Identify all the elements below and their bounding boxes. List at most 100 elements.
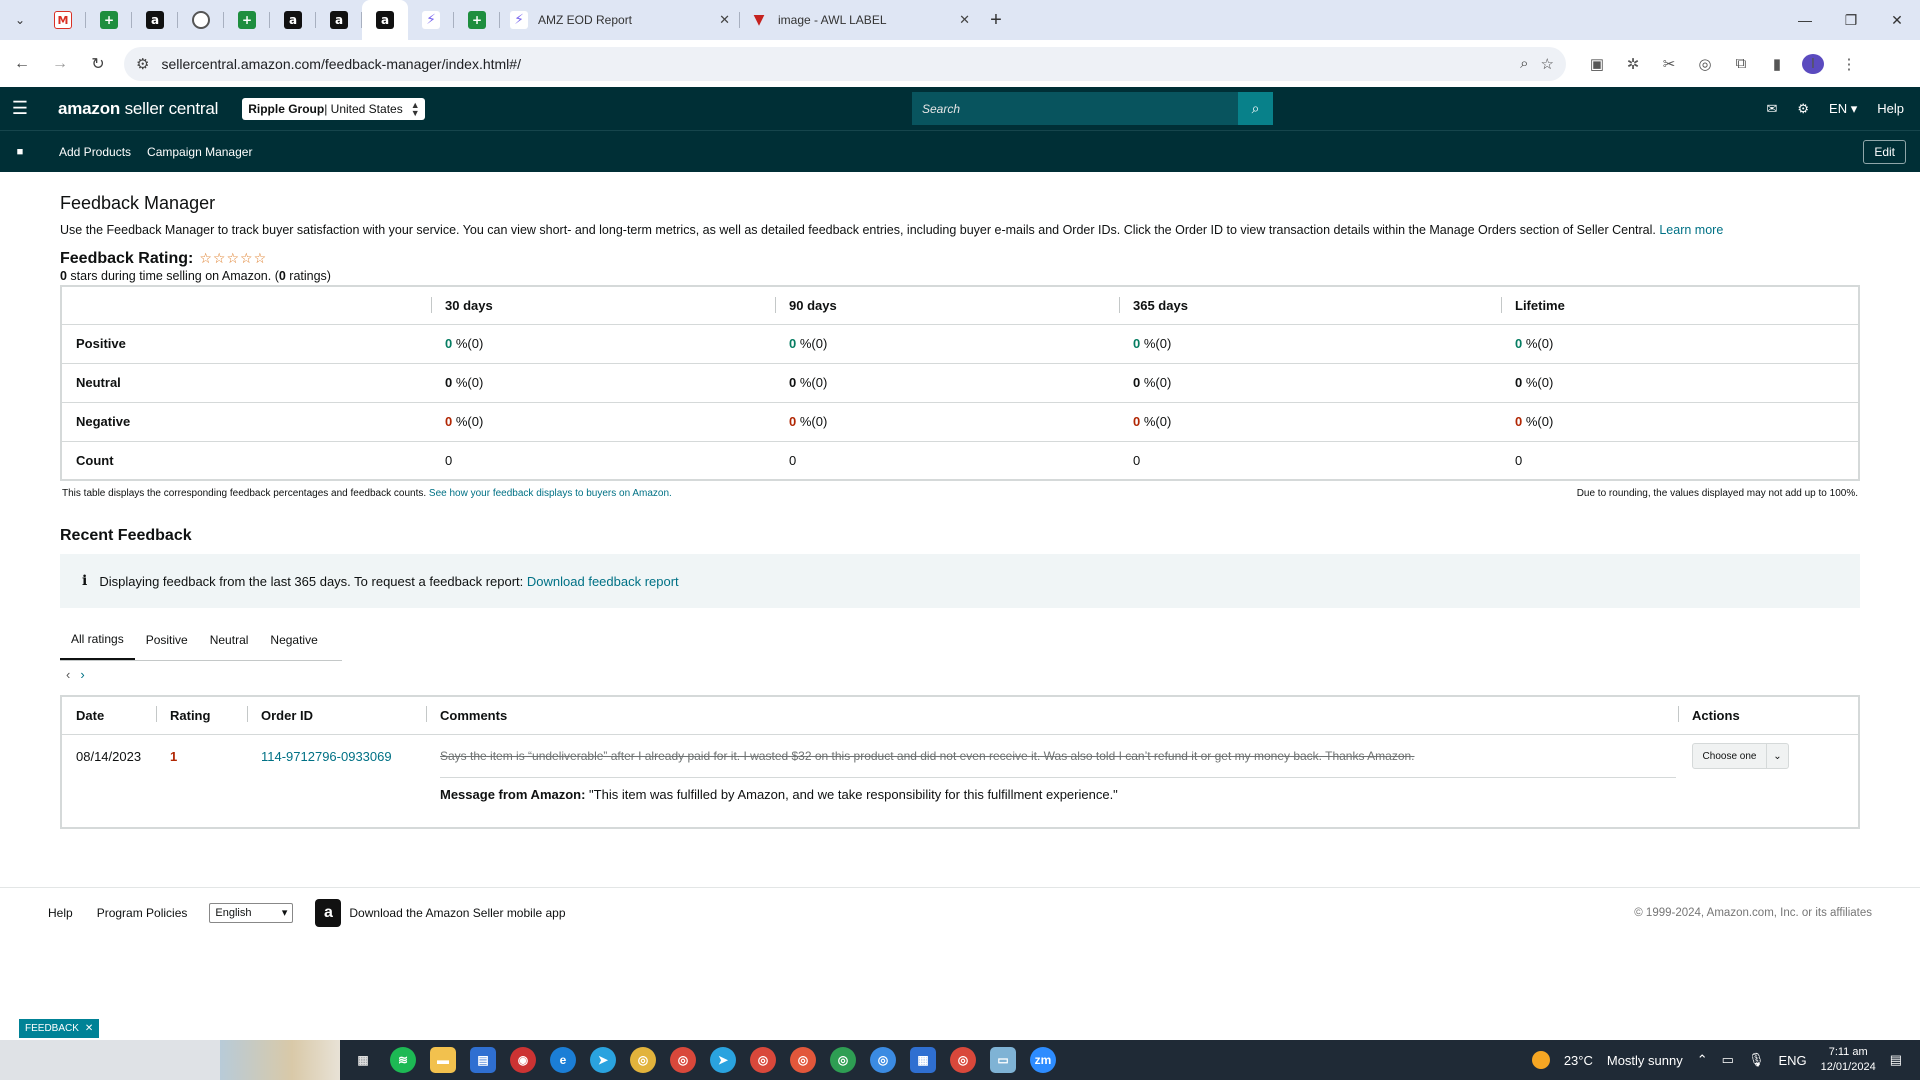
extension-icon[interactable]: ✂ (1658, 55, 1680, 73)
browser-menu-icon[interactable]: ⋮ (1838, 55, 1860, 73)
taskbar-search[interactable] (0, 1040, 220, 1080)
chrome-profile-icon[interactable]: ◎ (950, 1047, 976, 1073)
bookmark-icon[interactable]: ■ (0, 146, 40, 158)
extensions-bar: ▣ ✲ ✂ ◎ ⧉ ▮ I ⋮ (1586, 53, 1860, 74)
pinned-tab-amazon-3[interactable]: a (316, 0, 362, 40)
close-tab-icon[interactable]: ✕ (719, 12, 730, 28)
edit-button[interactable]: Edit (1863, 139, 1906, 164)
previous-page-icon[interactable]: ‹ (66, 667, 70, 682)
network-icon[interactable]: ▭ (1722, 1052, 1734, 1068)
telegram-icon[interactable]: ➤ (590, 1047, 616, 1073)
account-switcher[interactable]: Ripple Group | United States ▲ ▼ (242, 97, 425, 120)
pinned-tab-clickup[interactable]: ⚡ (408, 0, 454, 40)
pinned-tab-amazon-active[interactable]: a (362, 0, 408, 40)
side-panel-icon[interactable]: ▮ (1766, 55, 1788, 73)
search-input[interactable] (912, 92, 1238, 125)
close-icon[interactable]: ✕ (85, 1023, 93, 1034)
nav-add-products[interactable]: Add Products (59, 145, 131, 159)
rating-tabs: All ratings Positive Neutral Negative (60, 620, 342, 661)
pinned-tab-sheets-3[interactable]: + (454, 0, 500, 40)
system-tray: 23°C Mostly sunny ⌃ ▭ 🎙 ENG 7:11 am 12/0… (1531, 1045, 1920, 1075)
notifications-icon[interactable]: ▤ (1890, 1052, 1902, 1068)
pinned-tab-gmail[interactable]: M (40, 0, 86, 40)
tab-search-chevron-icon[interactable]: ⌄ (0, 0, 40, 40)
extension-off-icon[interactable]: ▣ (1586, 55, 1608, 73)
address-bar[interactable]: ⚙ sellercentral.amazon.com/feedback-mana… (124, 46, 1566, 81)
table-row: Count 0 0 0 0 (76, 452, 1523, 468)
pinned-tab-globe[interactable] (178, 0, 224, 40)
menu-icon[interactable]: ☰ (0, 98, 40, 119)
browser-tab-awl-label[interactable]: ▼ image - AWL LABEL ✕ (740, 0, 980, 40)
forward-icon[interactable]: → (44, 48, 76, 80)
task-view-icon[interactable]: ▦ (350, 1047, 376, 1073)
site-info-icon[interactable]: ⚙ (136, 55, 149, 73)
temperature[interactable]: 23°C (1564, 1053, 1593, 1068)
clock[interactable]: 7:11 am 12/01/2024 (1821, 1045, 1876, 1075)
chrome-profile-icon[interactable]: ◎ (790, 1047, 816, 1073)
language-selector[interactable]: EN ▾ (1829, 101, 1857, 117)
tab-neutral[interactable]: Neutral (199, 620, 260, 660)
footer-language-select[interactable]: English ▾ (209, 902, 294, 923)
calendar-icon[interactable]: ▦ (910, 1047, 936, 1073)
close-window-icon[interactable]: ✕ (1874, 0, 1920, 40)
input-language[interactable]: ENG (1778, 1053, 1806, 1068)
footer-help-link[interactable]: Help (48, 906, 73, 920)
zoom-app-icon[interactable]: zm (1030, 1047, 1056, 1073)
feedback-rating: Feedback Rating: ☆☆☆☆☆ (60, 250, 1860, 268)
nav-campaign-manager[interactable]: Campaign Manager (147, 145, 252, 159)
learn-more-link[interactable]: Learn more (1659, 223, 1723, 237)
app-icon[interactable]: ◉ (510, 1047, 536, 1073)
extensions-puzzle-icon[interactable]: ⧉ (1730, 55, 1752, 72)
calculator-icon[interactable]: ▤ (470, 1047, 496, 1073)
seller-central-logo[interactable]: amazon seller central (58, 99, 218, 119)
pinned-tab-amazon[interactable]: a (132, 0, 178, 40)
new-tab-icon[interactable]: + (980, 9, 1012, 32)
pinned-tab-sheets-2[interactable]: + (224, 0, 270, 40)
tray-chevron-icon[interactable]: ⌃ (1697, 1052, 1708, 1068)
weather-text[interactable]: Mostly sunny (1607, 1053, 1683, 1068)
reload-icon[interactable]: ↻ (82, 48, 114, 80)
download-report-link[interactable]: Download feedback report (527, 574, 679, 589)
back-icon[interactable]: ← (6, 48, 38, 80)
mail-icon[interactable]: ✉ (1766, 101, 1777, 117)
microphone-icon[interactable]: 🎙 (1748, 1052, 1765, 1068)
pinned-tab-amazon-2[interactable]: a (270, 0, 316, 40)
pinned-tab-sheets[interactable]: + (86, 0, 132, 40)
extension-icon[interactable]: ◎ (1694, 55, 1716, 73)
chrome-profile-icon[interactable]: ◎ (750, 1047, 776, 1073)
feedback-display-link[interactable]: See how your feedback displays to buyers… (429, 488, 672, 499)
chrome-profile-icon[interactable]: ◎ (830, 1047, 856, 1073)
chrome-profile-icon[interactable]: ◎ (870, 1047, 896, 1073)
search-box: ⌕ (912, 92, 1273, 125)
profile-avatar[interactable]: I (1802, 53, 1824, 74)
actions-dropdown[interactable]: Choose one ⌄ (1692, 743, 1789, 769)
footer-program-policies-link[interactable]: Program Policies (97, 906, 188, 920)
chrome-profile-icon[interactable]: ◎ (670, 1047, 696, 1073)
download-app-link[interactable]: Download the Amazon Seller mobile app (349, 906, 565, 920)
pagination: ‹ › (60, 667, 1860, 682)
chrome-icon[interactable]: ◎ (630, 1047, 656, 1073)
gear-icon[interactable]: ⚙ (1797, 101, 1809, 117)
feedback-widget[interactable]: FEEDBACK ✕ (19, 1019, 100, 1038)
bookmark-star-icon[interactable]: ☆ (1541, 55, 1554, 73)
extension-icon[interactable]: ✲ (1622, 55, 1644, 73)
spotify-icon[interactable]: ≋ (390, 1047, 416, 1073)
tab-negative[interactable]: Negative (259, 620, 328, 660)
amazon-app-icon[interactable]: a (315, 898, 342, 927)
close-tab-icon[interactable]: ✕ (959, 12, 970, 28)
order-id-link[interactable]: 114-9712796-0933069 (261, 749, 392, 764)
search-icon[interactable]: ⌕ (1238, 92, 1273, 125)
tab-positive[interactable]: Positive (135, 620, 199, 660)
next-page-icon[interactable]: › (80, 667, 84, 682)
notepad-icon[interactable]: ▭ (990, 1047, 1016, 1073)
help-link[interactable]: Help (1877, 101, 1904, 116)
zoom-icon[interactable]: ⌕ (1520, 55, 1528, 72)
telegram-icon[interactable]: ➤ (710, 1047, 736, 1073)
tab-all-ratings[interactable]: All ratings (60, 620, 135, 660)
restore-icon[interactable]: ❐ (1828, 0, 1874, 40)
browser-tab-amz-eod[interactable]: ⚡ AMZ EOD Report ✕ (500, 0, 740, 40)
url-text[interactable]: sellercentral.amazon.com/feedback-manage… (161, 56, 1508, 72)
edge-icon[interactable]: e (550, 1047, 576, 1073)
file-explorer-icon[interactable]: ▬ (430, 1047, 456, 1073)
minimize-icon[interactable]: — (1782, 0, 1828, 40)
